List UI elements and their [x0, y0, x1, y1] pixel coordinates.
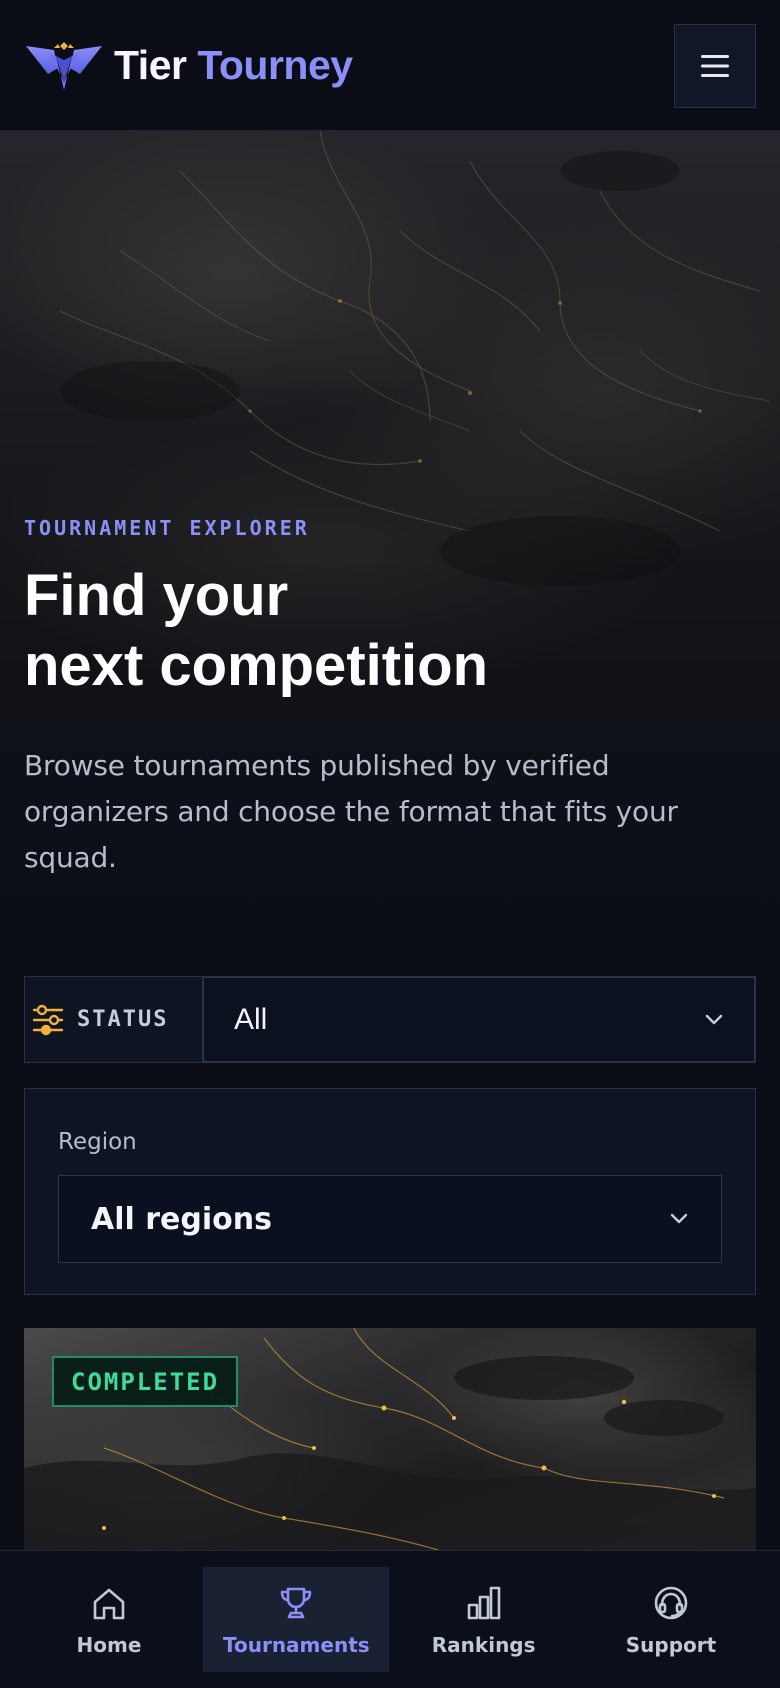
- hamburger-menu-icon: [701, 55, 729, 77]
- status-label-text: STATUS: [77, 1007, 169, 1032]
- region-select-value: All regions: [91, 1201, 272, 1237]
- region-filter-panel: Region All regions: [24, 1088, 756, 1295]
- top-header: Tier Tourney: [0, 0, 780, 131]
- headset-icon: [654, 1586, 688, 1619]
- region-label: Region: [58, 1129, 137, 1155]
- nav-item-home[interactable]: Home: [16, 1567, 202, 1672]
- status-filter-label: STATUS: [25, 977, 203, 1062]
- nav-item-label: Home: [76, 1632, 142, 1657]
- bar-chart-icon: [467, 1586, 500, 1619]
- brand-word-tier: Tier: [114, 41, 187, 88]
- sliders-icon: [32, 1004, 64, 1035]
- status-select[interactable]: All: [203, 977, 755, 1062]
- hero-section: TOURNAMENT EXPLORER Find your next compe…: [0, 131, 780, 951]
- nav-item-tournaments[interactable]: Tournaments: [203, 1567, 390, 1672]
- brand-word-tourney: Tourney: [197, 41, 353, 88]
- status-select-value: All: [234, 1002, 268, 1036]
- nav-item-label: Tournaments: [222, 1632, 370, 1657]
- nav-item-label: Support: [625, 1632, 717, 1657]
- hero-eyebrow: TOURNAMENT EXPLORER: [24, 516, 310, 540]
- hero-description: Browse tournaments published by verified…: [24, 749, 678, 874]
- nav-item-support[interactable]: Support: [578, 1567, 764, 1672]
- brand-name[interactable]: Tier Tourney: [114, 42, 353, 89]
- page-title-line2: next competition: [24, 633, 489, 698]
- tournament-card[interactable]: COMPLETED: [24, 1328, 756, 1568]
- region-select[interactable]: All regions: [58, 1175, 722, 1263]
- nav-item-label: Rankings: [431, 1632, 536, 1657]
- chevron-down-icon: [705, 1014, 723, 1024]
- home-icon: [93, 1588, 125, 1619]
- menu-button[interactable]: [674, 24, 756, 108]
- chevron-down-icon: [670, 1213, 688, 1224]
- winged-shield-logo-icon[interactable]: [24, 38, 104, 92]
- trophy-icon: [281, 1587, 312, 1618]
- status-filter: STATUS All: [24, 976, 756, 1063]
- page-title: Find your next competition: [24, 561, 744, 701]
- page-title-line1: Find your: [24, 563, 289, 628]
- status-badge: COMPLETED: [52, 1356, 239, 1407]
- tournaments-page: Tier Tourney TOURNAMENT EXPLORER Find yo…: [0, 0, 780, 1688]
- bottom-navigation: Home Tournaments Rankings Support: [0, 1550, 780, 1688]
- nav-item-rankings[interactable]: Rankings: [391, 1567, 577, 1672]
